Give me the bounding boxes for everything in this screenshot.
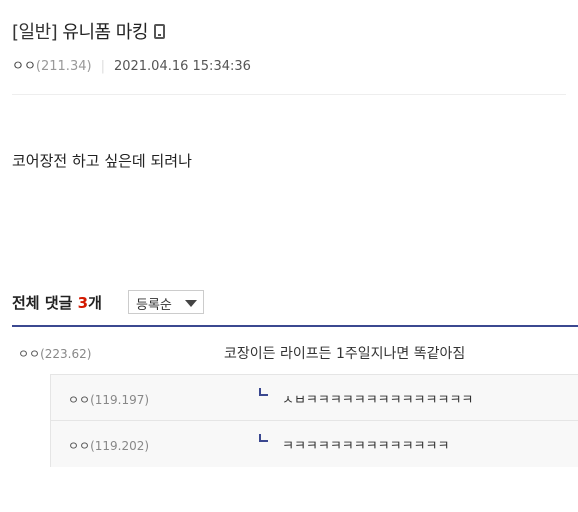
reply-author[interactable]: ㅇㅇ(119.197) <box>68 391 149 408</box>
post-body: 코어장전 하고 싶은데 되려나 <box>12 152 192 170</box>
reply-arrow-icon <box>259 388 268 396</box>
chevron-down-icon <box>185 300 197 307</box>
sort-selected-label: 등록순 <box>136 298 172 313</box>
reply-text: ㅅㅂㅋㅋㅋㅋㅋㅋㅋㅋㅋㅋㅋㅋㅋㅋ <box>282 393 474 408</box>
post-datetime: 2021.04.16 15:34:36 <box>113 59 251 74</box>
meta-divider: | <box>100 59 105 74</box>
comment-ip: (223.62) <box>40 347 92 361</box>
reply-nick: ㅇㅇ <box>68 439 91 453</box>
reply-ip: (119.202) <box>90 439 150 453</box>
comments-header: 전체 댓글 3개 <box>12 292 102 313</box>
comment-text: 코장이든 라이프든 1주일지나면 똑같아짐 <box>224 346 466 362</box>
reply-text: ㅋㅋㅋㅋㅋㅋㅋㅋㅋㅋㅋㅋㅋㅋ <box>282 439 450 454</box>
header-divider <box>12 94 566 95</box>
reply-ip: (119.197) <box>90 393 150 407</box>
mobile-icon <box>153 24 165 39</box>
comments-top-border <box>12 325 578 327</box>
sort-order-select[interactable]: 등록순 <box>128 290 204 314</box>
post-title: [일반] 유니폼 마킹 <box>12 18 165 44</box>
comments-count-unit: 개 <box>88 294 102 312</box>
comments-label: 전체 댓글 <box>12 294 73 312</box>
reply-divider <box>50 420 578 421</box>
reply-nick: ㅇㅇ <box>68 393 91 407</box>
comment-nick: ㅇㅇ <box>18 347 41 361</box>
post-category: [일반] <box>12 22 58 43</box>
author-ip: (211.34) <box>35 59 92 74</box>
post-title-text: 유니폼 마킹 <box>62 22 148 43</box>
reply-arrow-icon <box>259 434 268 442</box>
post-meta: ㅇㅇ(211.34) | 2021.04.16 15:34:36 <box>12 55 251 74</box>
comment-author[interactable]: ㅇㅇ(223.62) <box>18 345 91 362</box>
author-nick[interactable]: ㅇㅇ <box>12 59 36 74</box>
comments-count: 3 <box>77 294 89 312</box>
reply-author[interactable]: ㅇㅇ(119.202) <box>68 437 149 454</box>
